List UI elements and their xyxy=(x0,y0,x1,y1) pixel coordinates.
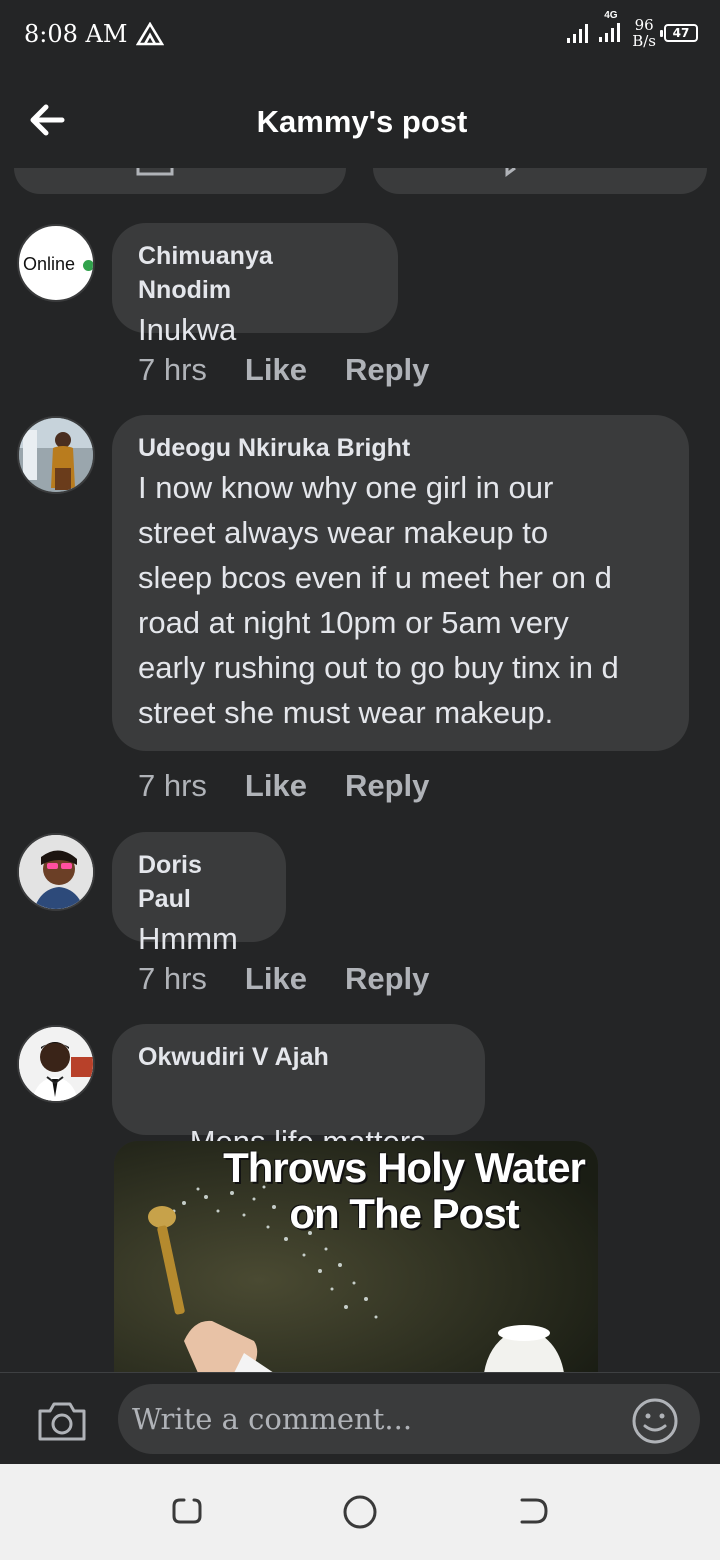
comment-composer xyxy=(0,1372,720,1465)
reply-button[interactable]: Reply xyxy=(345,768,429,804)
avatar[interactable] xyxy=(17,833,95,911)
net-rate-value: 96 xyxy=(634,15,654,34)
comment-time: 7 hrs xyxy=(138,352,207,387)
back-nav-icon[interactable] xyxy=(516,1494,550,1528)
comment-meta: 7 hrs Like Reply xyxy=(138,768,429,804)
avatar-online-label: Online xyxy=(23,254,76,274)
comment-author[interactable]: Udeogu Nkiruka Bright xyxy=(138,431,663,465)
comment-time: 7 hrs xyxy=(138,768,207,803)
comment-bubble[interactable]: Udeogu Nkiruka Bright I now know why one… xyxy=(112,415,689,751)
signal-icon xyxy=(567,23,589,43)
smiley-icon[interactable] xyxy=(630,1396,680,1446)
like-button[interactable]: Like xyxy=(245,768,307,804)
comment-meta: 7 hrs Like Reply xyxy=(138,961,429,997)
comment-time: 7 hrs xyxy=(138,961,207,996)
comment-author[interactable]: Chimuanya Nnodim xyxy=(138,239,372,307)
avatar[interactable] xyxy=(17,1025,95,1103)
reply-button[interactable]: Reply xyxy=(345,352,429,388)
comment-text: I now know why one girl in our street al… xyxy=(138,470,619,730)
page-title: Kammy's post xyxy=(256,104,468,139)
comment-input[interactable] xyxy=(118,1384,700,1454)
like-count-pill[interactable] xyxy=(14,168,346,194)
comment-bubble[interactable]: Doris Paul Hmmm xyxy=(112,832,286,956)
attachment-caption: Throws Holy Water on The Post xyxy=(223,1144,586,1237)
home-icon[interactable] xyxy=(342,1494,378,1530)
comment-text: Inukwa xyxy=(138,312,237,347)
like-button[interactable]: Like xyxy=(245,961,307,997)
reply-button[interactable]: Reply xyxy=(345,961,429,997)
comment-attachment-image[interactable]: Throws Holy Water on The Post xyxy=(114,1141,598,1373)
comment-author[interactable]: Doris Paul xyxy=(138,848,260,916)
comment-text: Hmmm xyxy=(138,921,238,956)
comment-bubble[interactable]: Chimuanya Nnodim Inukwa xyxy=(112,223,398,347)
comment-count-pill[interactable] xyxy=(373,168,707,194)
comment-author[interactable]: Okwudiri V Ajah xyxy=(138,1040,459,1074)
recent-apps-icon[interactable] xyxy=(170,1494,204,1528)
comment-icon xyxy=(505,168,516,177)
warning-icon xyxy=(136,22,164,46)
like-button[interactable]: Like xyxy=(245,352,307,388)
avatar-photo xyxy=(19,418,93,492)
online-dot-icon xyxy=(83,260,93,271)
avatar-photo xyxy=(19,1027,93,1101)
comment-meta: 7 hrs Like Reply xyxy=(138,352,429,388)
network-rate: 96 B/s xyxy=(632,17,656,49)
status-time: 8:08 AM xyxy=(24,20,128,48)
battery-level: 47 xyxy=(672,25,690,40)
network-type: 4G xyxy=(604,10,618,21)
comment-bubble[interactable]: Okwudiri V Ajah Mens life matters 😪 xyxy=(112,1024,485,1206)
system-nav-bar xyxy=(0,1464,720,1560)
like-icon xyxy=(136,168,174,176)
post-actions-partial xyxy=(0,168,720,194)
camera-icon[interactable] xyxy=(36,1399,88,1443)
avatar[interactable] xyxy=(17,416,95,494)
avatar-photo xyxy=(19,835,93,909)
net-rate-unit: B/s xyxy=(632,31,656,50)
avatar[interactable]: Online xyxy=(17,224,95,302)
status-bar: 8:08 AM 4G 96 B/s 47 xyxy=(0,0,720,72)
battery-icon: 47 xyxy=(660,23,698,42)
app-header: Kammy's post xyxy=(0,72,720,168)
